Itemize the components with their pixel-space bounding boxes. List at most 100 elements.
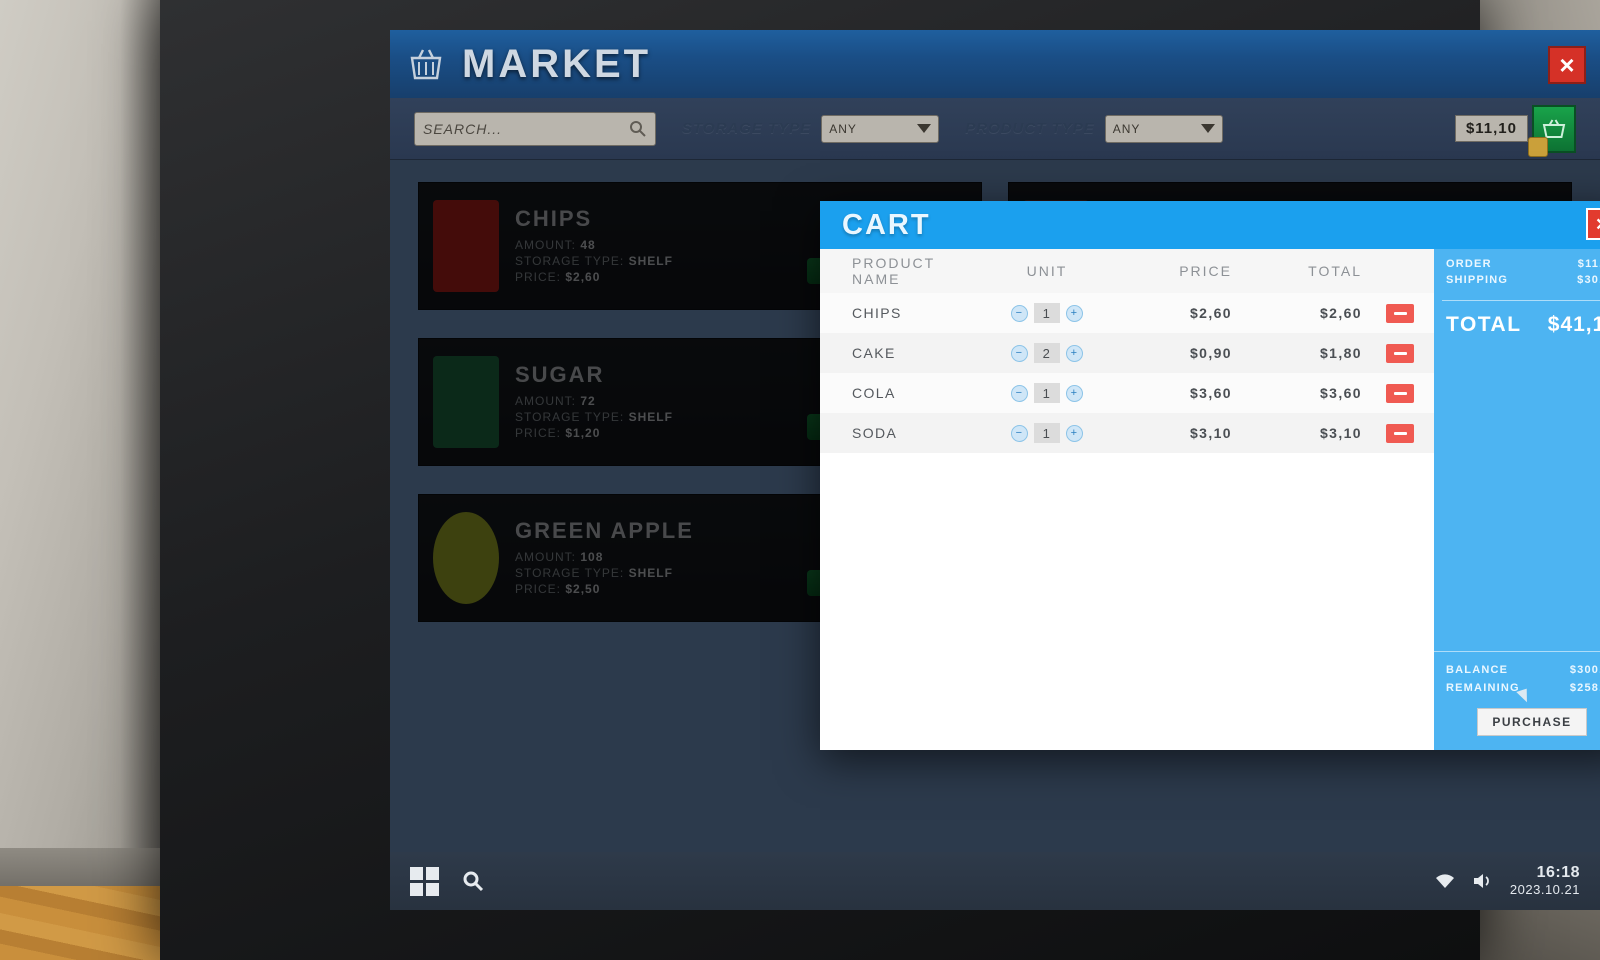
clock[interactable]: 16:18 2023.10.21 (1510, 864, 1580, 897)
table-row[interactable]: CHIPS − 1 + $2,60 $2,60 (820, 293, 1434, 333)
cell-total: $3,10 (1319, 425, 1362, 441)
shipping-label: SHIPPING (1446, 274, 1509, 286)
minus-icon (1393, 311, 1407, 315)
summary-total: TOTAL $41,10 (1434, 301, 1600, 351)
storage-type-select[interactable]: ANY (821, 114, 940, 143)
product-amount: AMOUNT: 72 (515, 394, 596, 408)
cell-total: $2,60 (1319, 305, 1362, 321)
balance-indicator: $11,10 (1454, 104, 1576, 157)
open-cart-button[interactable] (1528, 104, 1576, 157)
storage-type-label: STORAGE TYPE (682, 120, 812, 137)
remove-item-button[interactable] (1386, 383, 1414, 403)
money-amount: $11,10 (1454, 115, 1528, 142)
minus-icon (1393, 391, 1407, 395)
product-name: GREEN APPLE (515, 518, 694, 543)
table-row[interactable]: COLA − 1 + $3,60 $3,60 (820, 373, 1434, 413)
summary-shipping: SHIPPING $30,00 (1446, 274, 1600, 286)
product-storage: STORAGE TYPE: SHELF (515, 566, 673, 580)
storage-type-value: ANY (829, 121, 857, 136)
unit-stepper[interactable]: − 1 + (982, 383, 1112, 403)
table-row[interactable]: SODA − 1 + $3,10 $3,10 (820, 413, 1434, 453)
total-value: $41,10 (1547, 313, 1600, 336)
search-icon (630, 120, 646, 137)
decrement-unit-icon[interactable]: − (1011, 304, 1028, 322)
cell-remove (1362, 383, 1414, 403)
increment-unit-icon[interactable]: + (1066, 344, 1083, 362)
product-info: CHIPS AMOUNT: 48 STORAGE TYPE: SHELF PRI… (515, 206, 781, 286)
close-cart-button[interactable]: × (1586, 208, 1600, 240)
summary-top: ORDER $11,10 SHIPPING $30,00 (1434, 249, 1600, 298)
product-info: GREEN APPLE AMOUNT: 108 STORAGE TYPE: SH… (515, 518, 781, 598)
table-row[interactable]: CAKE − 2 + $0,90 $1,80 (820, 333, 1434, 373)
product-thumbnail (433, 356, 499, 448)
cell-price: $2,60 (1189, 305, 1232, 321)
order-label: ORDER (1446, 258, 1492, 270)
product-thumbnail (433, 200, 499, 292)
close-window-button[interactable]: × (1548, 46, 1586, 84)
cell-price: $3,60 (1189, 385, 1232, 401)
cart-modal-header: CART × (820, 201, 1600, 249)
unit-value: 2 (1034, 343, 1060, 363)
search-placeholder-text: SEARCH... (423, 120, 503, 137)
column-header-unit: UNIT (1026, 263, 1068, 279)
cell-product-name: SODA (852, 425, 898, 441)
taskbar: 16:18 2023.10.21 (390, 852, 1600, 910)
decrement-unit-icon[interactable]: − (1011, 424, 1028, 442)
decrement-unit-icon[interactable]: − (1011, 384, 1028, 402)
page-title: MARKET (462, 41, 652, 86)
total-label: TOTAL (1446, 313, 1522, 336)
product-type-label: PRODUCT TYPE (965, 120, 1095, 137)
search-input[interactable]: SEARCH... (414, 111, 656, 146)
search-icon[interactable] (461, 869, 485, 893)
cell-unit: − 1 + (982, 303, 1112, 323)
monitor-bezel: MARKET × SEARCH... STORAGE TYPE ANY PROD… (160, 0, 1600, 960)
cart-summary-panel: ORDER $11,10 SHIPPING $30,00 TOTAL $41,1… (1434, 249, 1600, 750)
increment-unit-icon[interactable]: + (1066, 424, 1083, 442)
unit-stepper[interactable]: − 1 + (982, 423, 1112, 443)
left-floor (0, 886, 168, 960)
product-price: PRICE: $2,60 (515, 270, 601, 284)
remove-item-button[interactable] (1386, 303, 1414, 323)
cell-price: $0,90 (1189, 345, 1232, 361)
cell-unit: − 2 + (982, 343, 1112, 363)
cart-modal: CART × PRODUCT NAME UNIT PRICE TOTAL CHI… (820, 201, 1600, 750)
cell-product-name: CHIPS (852, 305, 902, 321)
increment-unit-icon[interactable]: + (1066, 304, 1083, 322)
product-info: SUGAR AMOUNT: 72 STORAGE TYPE: SHELF PRI… (515, 362, 781, 442)
cart-modal-body: PRODUCT NAME UNIT PRICE TOTAL CHIPS − 1 (820, 249, 1600, 750)
column-header-product-name: PRODUCT NAME (852, 255, 935, 287)
cell-price: $3,10 (1189, 425, 1232, 441)
cell-unit: − 1 + (982, 383, 1112, 403)
purchase-button[interactable]: PURCHASE (1477, 708, 1587, 736)
market-toolbar: SEARCH... STORAGE TYPE ANY PRODUCT TYPE (390, 98, 1600, 160)
unit-stepper[interactable]: − 2 + (982, 343, 1112, 363)
remove-item-button[interactable] (1386, 423, 1414, 443)
product-storage: STORAGE TYPE: SHELF (515, 254, 673, 268)
windows-grid-icon[interactable] (410, 866, 439, 896)
market-titlebar: MARKET × (390, 30, 1600, 98)
remove-item-button[interactable] (1386, 343, 1414, 363)
clock-time: 16:18 (1536, 864, 1580, 882)
increment-unit-icon[interactable]: + (1066, 384, 1083, 402)
unit-stepper[interactable]: − 1 + (982, 303, 1112, 323)
summary-order: ORDER $11,10 (1446, 258, 1600, 270)
product-type-value: ANY (1112, 121, 1141, 136)
product-amount: AMOUNT: 48 (515, 238, 596, 252)
product-type-filter: PRODUCT TYPE ANY (965, 114, 1223, 143)
wifi-icon[interactable] (1434, 872, 1456, 890)
product-price: PRICE: $2,50 (515, 582, 601, 596)
product-type-select[interactable]: ANY (1104, 114, 1223, 143)
decrement-unit-icon[interactable]: − (1011, 344, 1028, 362)
product-name: SUGAR (515, 362, 605, 387)
volume-icon[interactable] (1472, 872, 1494, 890)
balance-label: BALANCE (1446, 664, 1509, 676)
balance-value: $300,00 (1569, 664, 1600, 676)
basket-icon (410, 49, 442, 80)
column-header-price: PRICE (1179, 263, 1232, 279)
order-value: $11,10 (1577, 258, 1600, 270)
cell-remove (1362, 343, 1414, 363)
unit-value: 1 (1034, 303, 1060, 323)
cell-remove (1362, 303, 1414, 323)
cell-product-name: COLA (852, 385, 896, 401)
monitor-screen: MARKET × SEARCH... STORAGE TYPE ANY PROD… (390, 30, 1600, 910)
